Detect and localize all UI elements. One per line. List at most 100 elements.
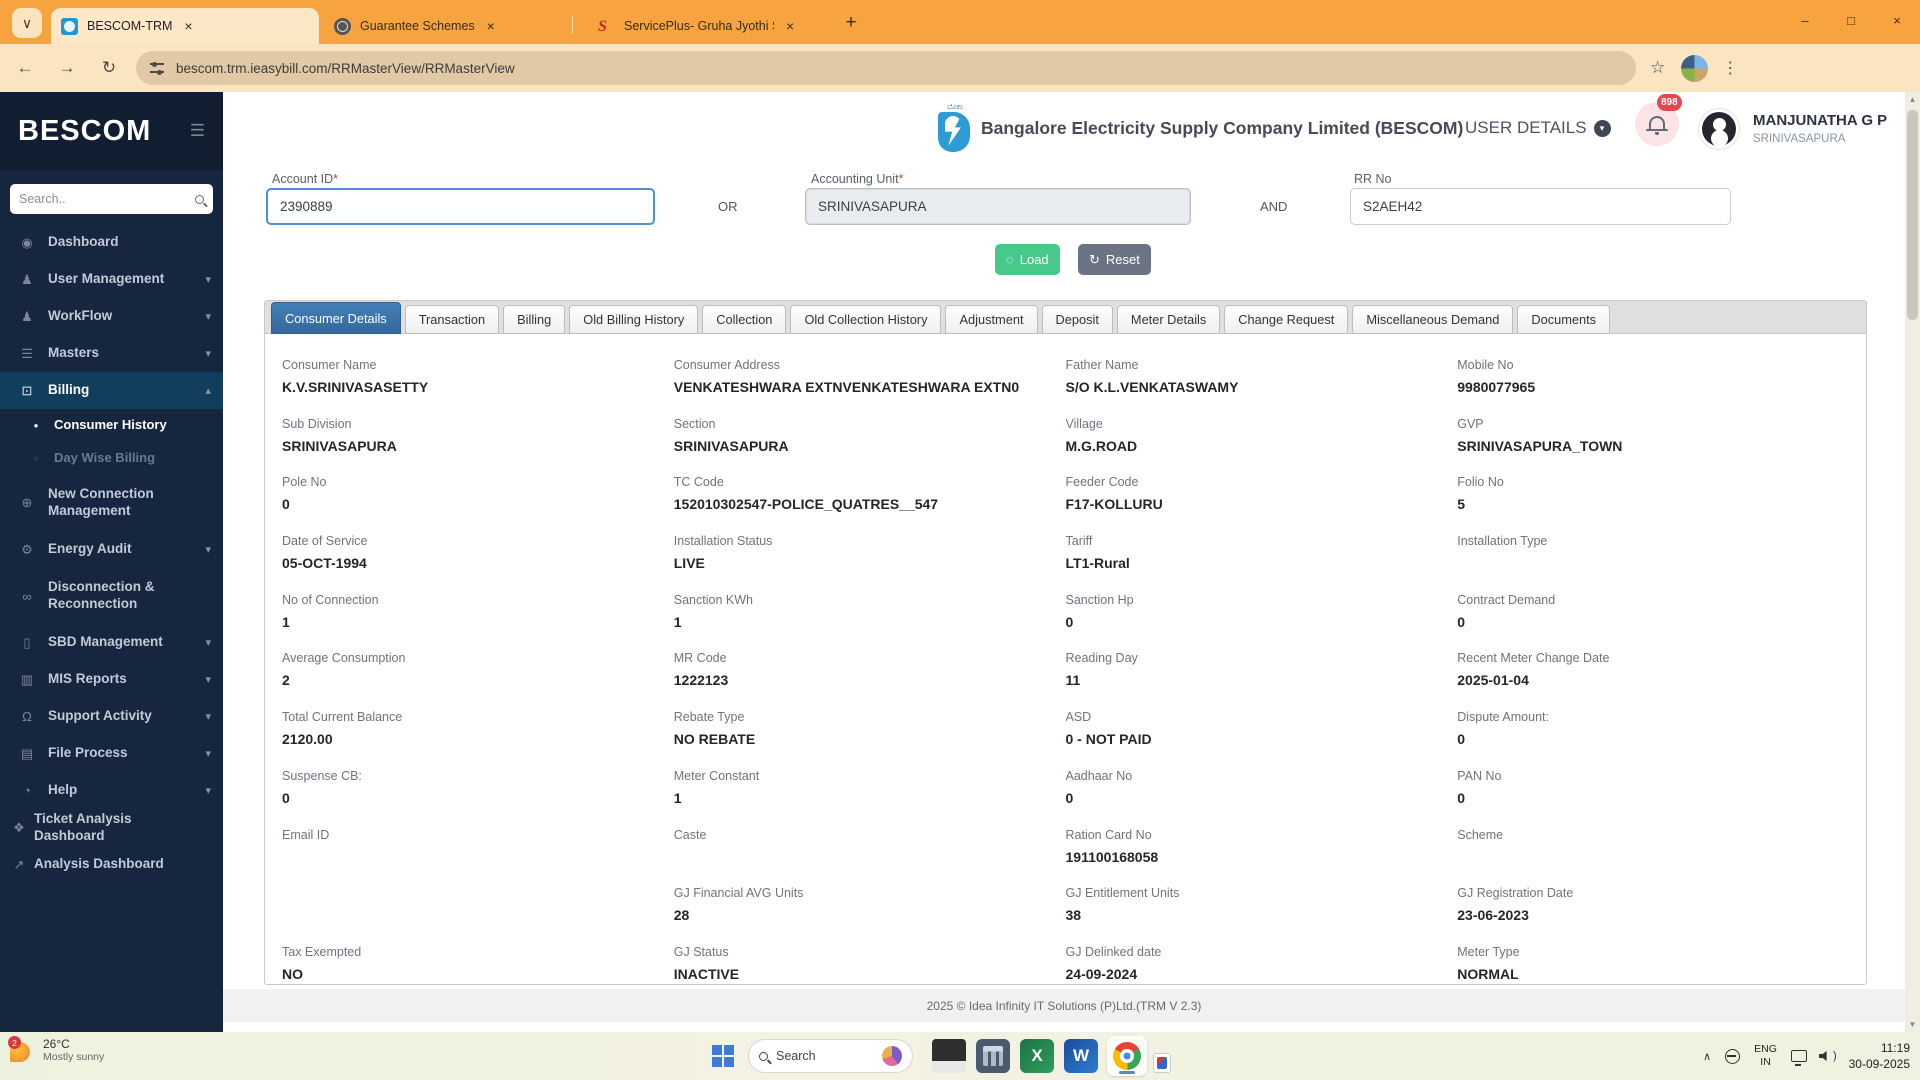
load-button[interactable]: ◌ Load: [995, 244, 1060, 275]
accounting-unit-input[interactable]: [805, 188, 1191, 225]
panel-tab[interactable]: Old Collection History: [790, 305, 942, 334]
tab-search-button[interactable]: ∨: [12, 8, 42, 38]
browser-tab-active[interactable]: BESCOM-TRM ×: [51, 8, 319, 44]
panel-tab[interactable]: Consumer Details: [271, 302, 401, 334]
sidebar-search[interactable]: [10, 184, 213, 214]
close-tab-icon[interactable]: ×: [487, 18, 495, 34]
rr-no-input[interactable]: [1350, 188, 1731, 225]
weather-widget[interactable]: 2 26°C Mostly sunny: [8, 1036, 104, 1064]
detail-field: MR Code 1222123: [674, 651, 1066, 710]
detail-field: Folio No 5: [1457, 475, 1849, 534]
close-tab-icon[interactable]: ×: [184, 18, 192, 34]
window-close-button[interactable]: ×: [1874, 0, 1920, 40]
sidebar-item[interactable]: ▯ SBD Management ▾: [0, 624, 223, 661]
field-value: 24-09-2024: [1065, 965, 1138, 982]
panel-tab[interactable]: Old Billing History: [569, 305, 699, 334]
scrollbar-thumb[interactable]: [1907, 110, 1918, 320]
taskbar-search[interactable]: Search: [748, 1039, 913, 1073]
reload-button[interactable]: ↻: [92, 51, 126, 85]
page-scrollbar[interactable]: ▲ ▼: [1905, 92, 1920, 1032]
panel-tab[interactable]: Miscellaneous Demand: [1352, 305, 1514, 334]
field-label: GJ Registration Date: [1457, 886, 1574, 901]
bescom-logo: ಬೆವಿಕಂ: [938, 104, 972, 156]
field-value: M.G.ROAD: [1065, 437, 1138, 454]
sidebar-item-icon: Ω: [22, 709, 32, 724]
window-minimize-button[interactable]: –: [1782, 0, 1828, 40]
chevron-icon: ▾: [205, 674, 211, 686]
language-indicator[interactable]: ENG IN: [1754, 1043, 1777, 1068]
sidebar-item[interactable]: ♟ User Management ▾: [0, 261, 223, 298]
sidebar-item[interactable]: Ω Support Activity ▾: [0, 698, 223, 735]
field-label: Consumer Address: [673, 358, 781, 372]
field-label: Village: [1065, 416, 1103, 431]
sidebar-item[interactable]: ☰ Masters ▾: [0, 335, 223, 372]
sidebar-search-input[interactable]: [19, 192, 195, 206]
logo-mark: [938, 112, 970, 152]
overlay-app-icon[interactable]: [1153, 1053, 1171, 1073]
field-value: 0: [1065, 789, 1074, 806]
sidebar-item[interactable]: ◔ Help ▾: [0, 772, 223, 809]
taskbar: 2 26°C Mostly sunny Search X W ∧ ENG IN …: [0, 1032, 1920, 1080]
field-label: Date of Service: [282, 534, 368, 549]
sidebar-item[interactable]: ● Consumer History: [0, 409, 223, 442]
window-maximize-button[interactable]: □: [1828, 0, 1874, 40]
panel-tab[interactable]: Adjustment: [945, 305, 1038, 334]
sidebar-item-icon: ⊡: [21, 382, 33, 398]
scroll-up-icon[interactable]: ▲: [1905, 92, 1920, 107]
reset-button[interactable]: ↻ Reset: [1078, 244, 1151, 275]
user-avatar[interactable]: [1698, 108, 1740, 150]
sidebar-item[interactable]: ○ Day Wise Billing: [0, 442, 223, 475]
sidebar-item[interactable]: ↗ Analysis Dashboard: [0, 846, 223, 883]
detail-field: [282, 886, 674, 945]
panel-tab[interactable]: Deposit: [1041, 305, 1113, 334]
tray-expand-icon[interactable]: ∧: [1703, 1050, 1711, 1063]
word-icon[interactable]: W: [1064, 1039, 1098, 1073]
sidebar-item[interactable]: ♟ WorkFlow ▾: [0, 298, 223, 335]
panel-tab[interactable]: Change Request: [1224, 305, 1349, 334]
dark-app-icon[interactable]: [932, 1039, 966, 1073]
panel-tab[interactable]: Transaction: [404, 305, 500, 334]
sidebar-item[interactable]: ⊕ New Connection Management: [0, 475, 223, 531]
network-icon[interactable]: [1790, 1050, 1807, 1066]
browser-tab[interactable]: Guarantee Schemes ×: [324, 8, 557, 44]
field-label: Total Current Balance: [282, 710, 403, 725]
forward-button[interactable]: →: [50, 51, 84, 85]
do-not-disturb-icon[interactable]: [1725, 1048, 1741, 1064]
panel-tab[interactable]: Billing: [503, 305, 566, 334]
detail-field: Tariff LT1-Rural: [1066, 534, 1458, 593]
sidebar-item[interactable]: ◉ Dashboard: [0, 224, 223, 261]
new-tab-button[interactable]: +: [838, 12, 864, 34]
sidebar-item[interactable]: ⚙ Energy Audit ▾: [0, 531, 223, 568]
calculator-icon[interactable]: [976, 1039, 1010, 1073]
account-id-input[interactable]: [266, 188, 655, 225]
sidebar-item[interactable]: ❖ Ticket Analysis Dashboard: [0, 809, 223, 846]
chrome-icon-active[interactable]: [1107, 1036, 1147, 1076]
search-highlight-icon: [882, 1046, 902, 1066]
volume-icon[interactable]: [1818, 1050, 1827, 1062]
sidebar-toggle-icon[interactable]: ☰: [190, 121, 205, 141]
excel-icon[interactable]: X: [1020, 1039, 1054, 1073]
browser-tab[interactable]: S ServicePlus- Gruha Jyothi Schem ×: [588, 8, 820, 44]
panel-tab[interactable]: Meter Details: [1116, 305, 1221, 334]
panel-tab[interactable]: Collection: [702, 305, 787, 334]
panel-tab[interactable]: Documents: [1517, 305, 1611, 334]
sidebar-item[interactable]: ∞ Disconnection & Reconnection: [0, 568, 223, 624]
scroll-down-icon[interactable]: ▼: [1905, 1017, 1920, 1032]
sidebar-item-icon: ▤: [20, 745, 34, 761]
address-bar[interactable]: bescom.trm.ieasybill.com/RRMasterView/RR…: [136, 51, 1636, 85]
site-settings-icon[interactable]: [150, 61, 164, 75]
sidebar-item[interactable]: ▤ File Process ▾: [0, 735, 223, 772]
sidebar-item[interactable]: ▥ MIS Reports ▾: [0, 661, 223, 698]
browser-menu-icon[interactable]: ⋮: [1722, 58, 1738, 78]
clock[interactable]: 11:19 30-09-2025: [1849, 1040, 1910, 1072]
start-button[interactable]: [712, 1045, 734, 1067]
browser-profile-avatar[interactable]: [1681, 54, 1709, 82]
field-value: NO: [282, 965, 303, 982]
bookmark-star-icon[interactable]: ☆: [1650, 58, 1665, 78]
brand-bar: BESCOM ☰: [0, 92, 223, 170]
user-details-dropdown[interactable]: USER DETAILS ▾: [1465, 118, 1611, 138]
close-tab-icon[interactable]: ×: [786, 18, 794, 34]
detail-field: Installation Type: [1457, 534, 1849, 593]
back-button[interactable]: ←: [8, 51, 42, 85]
sidebar-item[interactable]: ⊡ Billing ▴: [0, 372, 223, 409]
